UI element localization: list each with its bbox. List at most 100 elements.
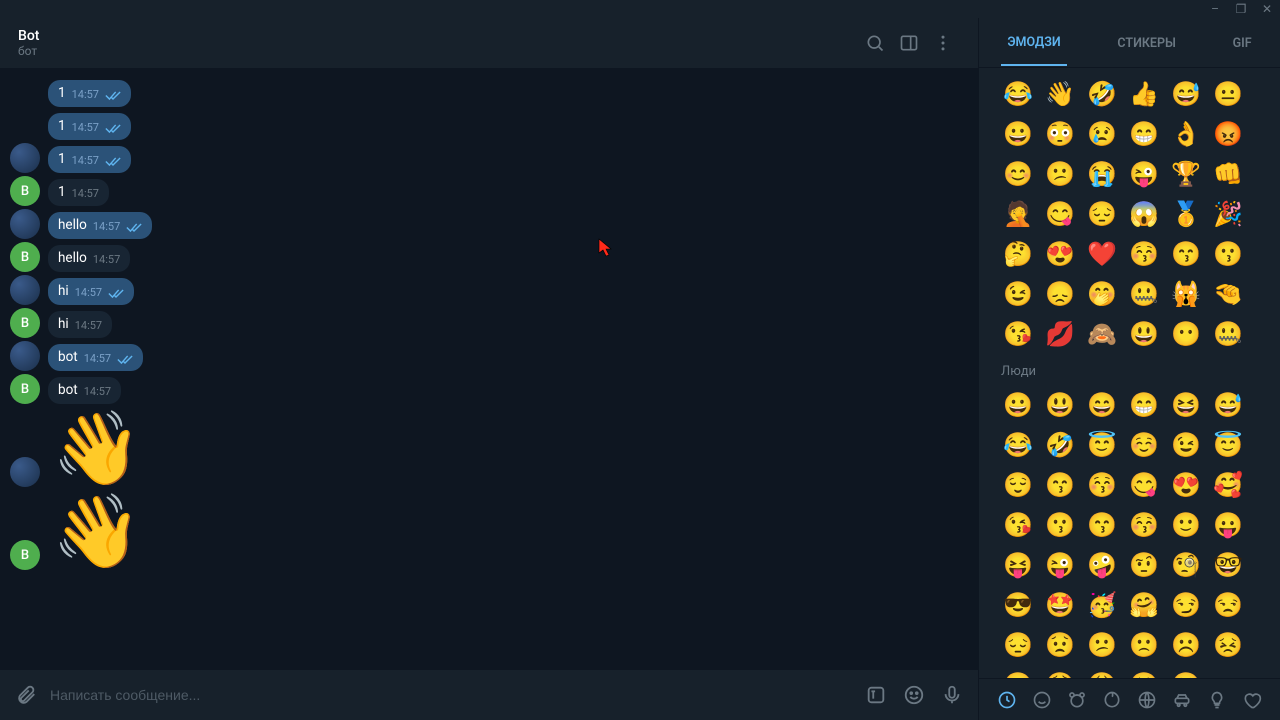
emoji-cell[interactable]: 👌 [1167,118,1205,150]
emoji-cell[interactable]: 😙 [1167,238,1205,270]
emoji-cell[interactable]: 😄 [1083,389,1121,421]
category-activity-icon[interactable] [1134,687,1160,713]
emoji-cell[interactable]: 🥰 [1209,469,1247,501]
emoji-cell[interactable]: 🙁 [1125,629,1163,661]
emoji-cell[interactable]: 😣 [1209,629,1247,661]
emoji-cell[interactable]: 😜 [1041,549,1079,581]
emoji-cell[interactable]: 🙂 [1167,509,1205,541]
emoji-cell[interactable]: 😕 [1083,629,1121,661]
emoji-cell[interactable]: 👍 [1125,78,1163,110]
emoji-cell[interactable]: 😔 [1083,198,1121,230]
emoji-cell[interactable]: 😁 [1125,118,1163,150]
message-row[interactable]: 114:57 [10,77,968,107]
emoji-cell[interactable]: 😛 [1209,509,1247,541]
emoji-cell[interactable]: 😘 [999,318,1037,350]
message-row[interactable]: hi14:57 [10,275,968,305]
emoji-cell[interactable]: 😡 [1209,118,1247,150]
emoji-cell[interactable]: 😗 [1209,238,1247,270]
category-travel-icon[interactable] [1169,687,1195,713]
emoji-cell[interactable]: 🥺 [1125,669,1163,678]
message-row[interactable]: 👋 [10,407,968,487]
message-bubble[interactable]: 114:57 [48,146,131,173]
emoji-cell[interactable]: 😇 [1209,429,1247,461]
emoji-cell[interactable]: 😞 [1041,278,1079,310]
emoji-cell[interactable]: 😎 [999,589,1037,621]
emoji-cell[interactable]: 😶 [1167,318,1205,350]
emoji-cell[interactable]: 🤗 [1125,589,1163,621]
window-close-button[interactable]: ✕ [1260,2,1274,16]
emoji-cell[interactable]: 😏 [1167,589,1205,621]
chat-messages[interactable]: 114:57114:57114:57B114:57hello14:57Bhell… [0,68,978,670]
emoji-cell[interactable]: 😌 [999,469,1037,501]
emoji-cell[interactable]: ❤️ [1083,238,1121,270]
emoji-cell[interactable]: 😢 [1167,669,1205,678]
emoji-cell[interactable]: 😊 [999,158,1037,190]
emoji-cell[interactable]: 😕 [1041,158,1079,190]
emoji-scroll-area[interactable]: 😂👋🤣👍😅😐😀😳😢😁👌😡😊😕😭😜🏆👊🤦😋😔😱🥇🎉🤔😍❤️😚😙😗😉😞🤭🤐🙀🤏😘💋🙈… [979,68,1280,678]
emoji-cell[interactable]: 😋 [1041,198,1079,230]
emoji-cell[interactable]: 😚 [1083,469,1121,501]
emoji-cell[interactable]: 😔 [999,629,1037,661]
emoji-cell[interactable]: 🤭 [1083,278,1121,310]
emoji-cell[interactable]: 🤪 [1083,549,1121,581]
emoji-cell[interactable]: 😍 [1167,469,1205,501]
emoji-cell[interactable]: 🥇 [1167,198,1205,230]
emoji-cell[interactable]: 😚 [1125,509,1163,541]
category-food-icon[interactable] [1099,687,1125,713]
emoji-cell[interactable]: 😂 [999,78,1037,110]
emoji-cell[interactable]: 😇 [1083,429,1121,461]
sidepanel-icon[interactable] [892,26,926,60]
message-row[interactable]: 114:57 [10,110,968,140]
category-smileys-icon[interactable] [1029,687,1055,713]
category-objects-icon[interactable] [1204,687,1230,713]
message-bubble[interactable]: bot14:57 [48,344,143,371]
emoji-cell[interactable]: 😃 [1041,389,1079,421]
message-bubble[interactable]: bot14:57 [48,377,121,404]
emoji-cell[interactable]: 😆 [1167,389,1205,421]
emoji-cell[interactable]: 😒 [1209,589,1247,621]
emoji-cell[interactable]: 🥳 [1083,589,1121,621]
search-icon[interactable] [858,26,892,60]
emoji-cell[interactable]: 😗 [1041,509,1079,541]
emoji-cell[interactable]: 👊 [1209,158,1247,190]
emoji-cell[interactable]: 🏆 [1167,158,1205,190]
tab-stickers[interactable]: СТИКЕРЫ [1111,20,1181,65]
emoji-cell[interactable]: 😜 [1125,158,1163,190]
emoji-cell[interactable]: 😩 [1083,669,1121,678]
category-symbols-icon[interactable] [1239,687,1265,713]
emoji-cell[interactable]: 😙 [1041,469,1079,501]
emoji-cell[interactable]: 😍 [1041,238,1079,270]
emoji-cell[interactable]: 😱 [1125,198,1163,230]
emoji-cell[interactable]: 😘 [999,509,1037,541]
emoji-cell[interactable]: 😟 [1041,629,1079,661]
commands-icon[interactable] [862,681,890,709]
tab-emoji[interactable]: ЭМОДЗИ [1001,19,1066,66]
tab-gif[interactable]: GIF [1227,20,1258,65]
emoji-cell[interactable]: 😃 [1125,318,1163,350]
emoji-cell[interactable]: 💋 [1041,318,1079,350]
emoji-cell[interactable]: 😫 [1041,669,1079,678]
message-bubble[interactable]: hello14:57 [48,212,152,239]
emoji-cell[interactable]: 😋 [1125,469,1163,501]
message-bubble[interactable]: 114:57 [48,113,131,140]
emoji-cell[interactable]: 😉 [999,278,1037,310]
message-row[interactable]: bot14:57 [10,341,968,371]
message-row[interactable]: B114:57 [10,176,968,206]
emoji-cell[interactable]: 😉 [1167,429,1205,461]
message-row[interactable]: hello14:57 [10,209,968,239]
category-recent-icon[interactable] [994,687,1020,713]
emoji-cell[interactable]: 😝 [999,549,1037,581]
emoji-cell[interactable]: 👋 [1041,78,1079,110]
window-minimize-button[interactable]: – [1208,2,1222,16]
emoji-cell[interactable]: 🤓 [1209,549,1247,581]
message-row[interactable]: Bbot14:57 [10,374,968,404]
message-row[interactable]: Bhello14:57 [10,242,968,272]
emoji-cell[interactable]: 😅 [1167,78,1205,110]
emoji-cell[interactable]: 😐 [1209,78,1247,110]
emoji-cell[interactable]: 😀 [999,389,1037,421]
emoji-cell[interactable]: 😭 [1083,158,1121,190]
emoji-cell[interactable]: 😢 [1083,118,1121,150]
emoji-cell[interactable]: 🙈 [1083,318,1121,350]
message-bubble[interactable]: 114:57 [48,179,109,206]
message-bubble[interactable]: hi14:57 [48,311,112,338]
